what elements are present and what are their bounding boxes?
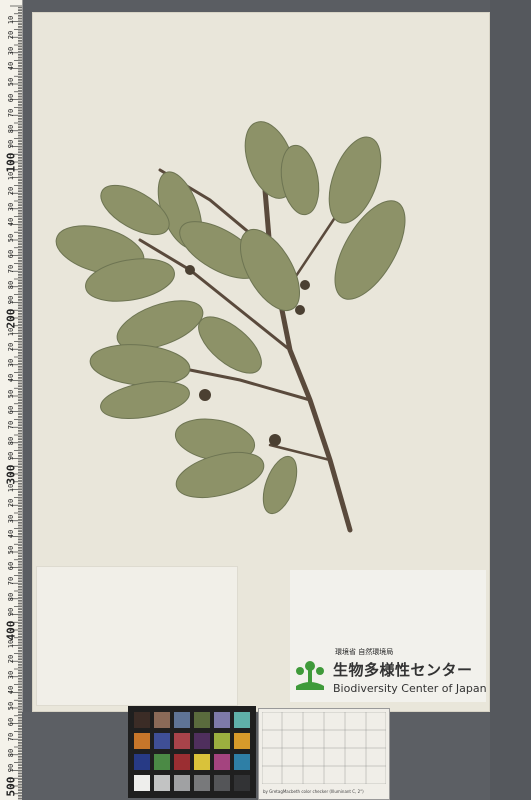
color-chip <box>214 712 230 728</box>
color-chip <box>134 733 150 749</box>
color-chip <box>134 712 150 728</box>
ruler-label-minor: 90 <box>7 452 15 461</box>
color-chip <box>134 754 150 770</box>
color-chip <box>174 754 190 770</box>
color-chip <box>154 775 170 791</box>
logo-organization: 環境省 自然環境局 <box>335 648 394 656</box>
plant-specimen <box>55 121 406 533</box>
logo-name-english: Biodiversity Center of Japan <box>333 682 487 695</box>
color-chip <box>174 712 190 728</box>
ruler-label-minor: 90 <box>7 140 15 149</box>
color-chip <box>134 775 150 791</box>
color-chip <box>154 754 170 770</box>
color-chip <box>194 712 210 728</box>
color-chip <box>174 775 190 791</box>
color-chip <box>174 733 190 749</box>
ruler-label-major: 500 <box>4 776 18 797</box>
color-chip <box>194 775 210 791</box>
right-background <box>490 0 531 800</box>
biodiversity-center-logo-icon <box>296 661 324 690</box>
ruler-label-minor: 90 <box>7 608 15 617</box>
color-chip <box>234 733 250 749</box>
color-chip <box>154 733 170 749</box>
color-checker-caption: by GretagMacbeth color checker (Illumina… <box>263 789 364 794</box>
ruler-label-minor: 90 <box>7 296 15 305</box>
color-checker <box>128 706 256 798</box>
bottom-background <box>22 712 490 800</box>
measurement-ruler: 10 20 30 40 50 60 70 80 90 100 10 20 30 40 50 60 70 80 90 2… <box>0 0 23 800</box>
color-chip <box>234 712 250 728</box>
label-paper-blank <box>36 566 238 706</box>
color-chip <box>194 733 210 749</box>
color-chip <box>214 754 230 770</box>
color-chip <box>214 775 230 791</box>
color-chip <box>234 754 250 770</box>
logo-name-japanese: 生物多様性センター <box>333 661 473 679</box>
color-chip <box>214 733 230 749</box>
color-checker-reference-table: by GretagMacbeth color checker (Illumina… <box>258 708 390 800</box>
color-chip <box>234 775 250 791</box>
ruler-label-minor: 90 <box>7 764 15 773</box>
reference-values-grid <box>261 711 387 785</box>
color-chip <box>154 712 170 728</box>
color-chip <box>194 754 210 770</box>
